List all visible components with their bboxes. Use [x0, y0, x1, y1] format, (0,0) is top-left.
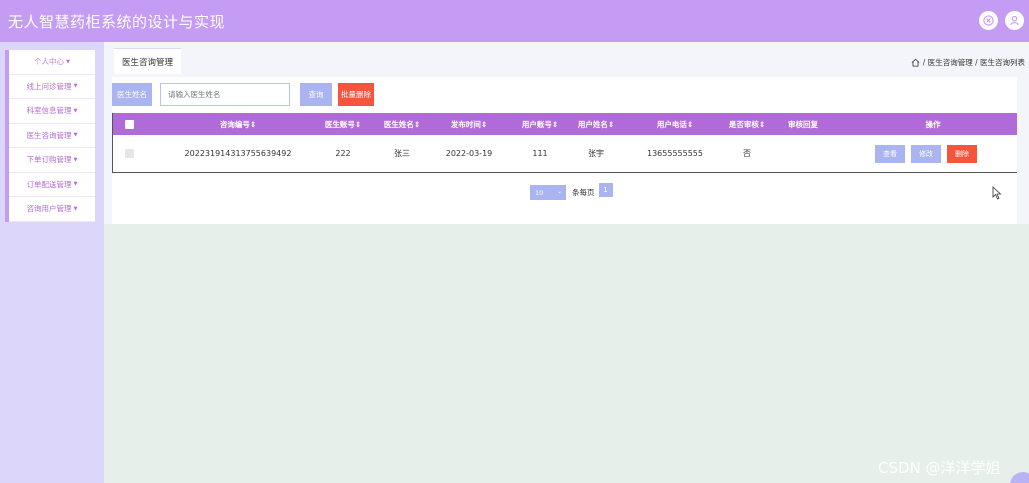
column-header[interactable]: 医生姓名 ⇕ [375, 113, 429, 135]
close-circle-icon[interactable] [979, 11, 998, 30]
cell-doctor-name: 张三 [394, 149, 410, 158]
sidebar: 个人中心 ▼ 线上问诊管理 ▼ 科室信息管理 ▼ 医生咨询管理 ▼ 下单订购管理 ▼ 订单… [0, 42, 104, 483]
breadcrumb: / 医生咨询管理 / 医生咨询列表 [911, 57, 1025, 68]
row-checkbox[interactable] [123, 135, 135, 172]
home-icon[interactable] [911, 58, 920, 67]
caret-down-icon: ▼ [73, 156, 78, 163]
sidebar-item-label: 医生咨询管理 [26, 130, 72, 140]
app-title: 无人智慧药柜系统的设计与实现 [8, 13, 226, 31]
caret-down-icon: ▼ [73, 107, 78, 114]
pagination: 10 ⌄ 条每页 1 [530, 182, 613, 200]
cell-user-name: 张宇 [588, 149, 604, 158]
tab-doctor-consult[interactable]: 医生咨询管理 [114, 48, 182, 74]
top-header: 无人智慧药柜系统的设计与实现 [0, 0, 1029, 42]
cell-review-reply [777, 135, 829, 172]
doctor-name-search-input[interactable] [160, 83, 290, 106]
data-table: 咨询编号 ⇕ 医生账号 ⇕ 医生姓名 ⇕ 发布时间 ⇕ 用户账号 ⇕ 用户姓名 ⇕ 用户电话… [112, 113, 1017, 173]
user-icon[interactable] [1005, 11, 1024, 30]
mouse-cursor-icon [992, 186, 1002, 200]
table-row[interactable]: 20223191431375563949​2 222 张三 2022-03-19… [113, 135, 1017, 172]
page-size-select[interactable]: 10 ⌄ [530, 185, 566, 200]
search-label: 医生姓名 [112, 83, 152, 106]
column-header[interactable]: 用户账号 ⇕ [513, 113, 567, 135]
cell-doctor-account: 222 [335, 149, 351, 158]
watermark: CSDN @洋洋学姐 [878, 459, 1001, 477]
table-header: 咨询编号 ⇕ 医生账号 ⇕ 医生姓名 ⇕ 发布时间 ⇕ 用户账号 ⇕ 用户姓名 ⇕ 用户电话… [113, 113, 1017, 135]
column-header[interactable]: 医生账号 ⇕ [313, 113, 373, 135]
breadcrumb-text: / 医生咨询管理 / 医生咨询列表 [922, 58, 1025, 67]
sidebar-item-department[interactable]: 科室信息管理 ▼ [9, 99, 95, 124]
sidebar-item-label: 个人中心 [34, 57, 65, 67]
page-number-button[interactable]: 1 [598, 182, 613, 197]
per-page-label: 条每页 [572, 188, 595, 197]
cell-reviewed: 否 [743, 149, 751, 158]
sidebar-item-orders[interactable]: 下单订购管理 ▼ [9, 148, 95, 173]
delete-button[interactable]: 删除 [947, 144, 977, 163]
tab-bar: 医生咨询管理 / 医生咨询管理 / 医生咨询列表 [104, 45, 1029, 77]
column-header[interactable]: 发布时间 ⇕ [438, 113, 500, 135]
caret-down-icon: ▼ [73, 181, 78, 188]
caret-down-icon: ▼ [73, 205, 78, 212]
column-header[interactable]: 用户姓名 ⇕ [569, 113, 623, 135]
view-button[interactable]: 查看 [875, 144, 905, 163]
edit-button[interactable]: 修改 [911, 144, 941, 163]
column-header[interactable]: 是否审核 ⇕ [721, 113, 773, 135]
sidebar-item-delivery[interactable]: 订单配送管理 ▼ [9, 173, 95, 197]
sidebar-item-label: 咨询用户管理 [26, 204, 72, 214]
sidebar-item-doctor-consult[interactable]: 医生咨询管理 ▼ [9, 124, 95, 148]
sidebar-item-label: 订单配送管理 [26, 179, 72, 189]
cell-consult-no: 20223191431375563949​2 [184, 149, 292, 158]
main-panel: 医生姓名 查询 批量删除 咨询编号⇕ 医生账号⇕ 医生姓名⇕ 发布时间⇕ 用户账… [112, 77, 1017, 224]
scroll-top-button[interactable] [1010, 472, 1029, 483]
select-all-checkbox[interactable] [123, 113, 135, 135]
cell-actions: 查看 修改 删除 [875, 135, 995, 172]
sidebar-menu: 个人中心 ▼ 线上问诊管理 ▼ 科室信息管理 ▼ 医生咨询管理 ▼ 下单订购管理 ▼ 订单… [5, 50, 95, 222]
sidebar-item-online-consult[interactable]: 线上问诊管理 ▼ [9, 75, 95, 99]
batch-delete-button[interactable]: 批量删除 [338, 83, 374, 106]
cell-user-account: 111 [532, 149, 548, 158]
column-header: 审核回复 [788, 119, 818, 129]
sidebar-item-label: 下单订购管理 [26, 155, 72, 165]
sidebar-item-label: 科室信息管理 [26, 106, 72, 116]
caret-down-icon: ▼ [73, 83, 78, 90]
column-header[interactable]: 用户电话 ⇕ [641, 113, 709, 135]
caret-down-icon: ▼ [73, 132, 78, 139]
cell-user-phone: 13655555555 [647, 149, 703, 158]
caret-down-icon: ▼ [66, 58, 70, 65]
sidebar-item-consult-users[interactable]: 咨询用户管理 ▼ [9, 197, 95, 222]
sidebar-item-label: 线上问诊管理 [26, 81, 72, 91]
sidebar-item-personal-center[interactable]: 个人中心 ▼ [9, 50, 95, 75]
page-size-value: 10 [535, 188, 544, 197]
search-button[interactable]: 查询 [300, 83, 332, 106]
column-header[interactable]: 咨询编号 ⇕ [173, 113, 303, 135]
cell-publish-time: 2022-03-19 [445, 149, 493, 158]
chevron-down-icon: ⌄ [556, 188, 562, 195]
column-header: 操作 [925, 119, 941, 129]
